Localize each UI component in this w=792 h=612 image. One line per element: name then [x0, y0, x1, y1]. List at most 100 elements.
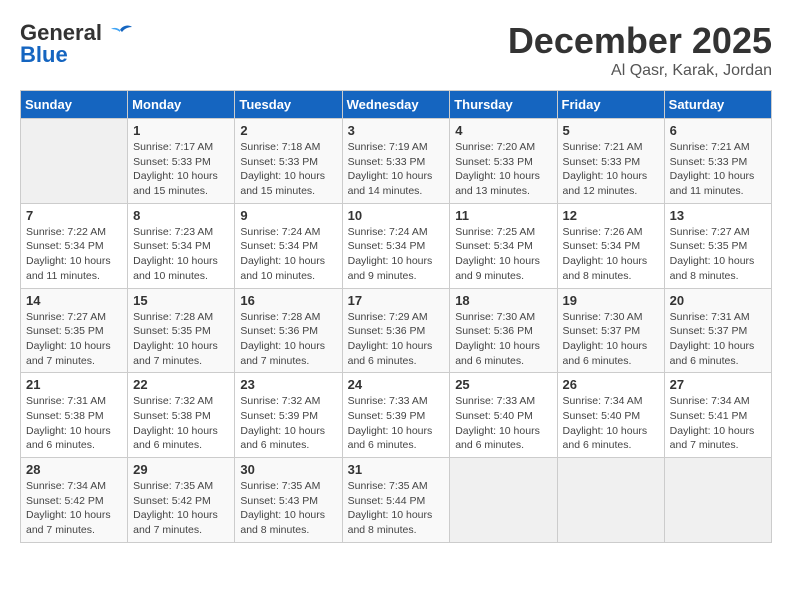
day-info: Sunrise: 7:32 AM Sunset: 5:39 PM Dayligh…: [240, 394, 336, 453]
calendar-cell: 11 Sunrise: 7:25 AM Sunset: 5:34 PM Dayli…: [450, 203, 557, 288]
day-number: 11: [455, 208, 551, 223]
calendar-cell: 16 Sunrise: 7:28 AM Sunset: 5:36 PM Dayli…: [235, 288, 342, 373]
day-info: Sunrise: 7:20 AM Sunset: 5:33 PM Dayligh…: [455, 140, 551, 199]
day-info: Sunrise: 7:31 AM Sunset: 5:38 PM Dayligh…: [26, 394, 122, 453]
calendar-cell: [557, 458, 664, 543]
day-info: Sunrise: 7:24 AM Sunset: 5:34 PM Dayligh…: [348, 225, 445, 284]
day-number: 7: [26, 208, 122, 223]
day-info: Sunrise: 7:21 AM Sunset: 5:33 PM Dayligh…: [670, 140, 766, 199]
day-number: 25: [455, 377, 551, 392]
calendar-cell: 23Sunrise: 7:32 AM Sunset: 5:39 PM Dayli…: [235, 373, 342, 458]
day-number: 24: [348, 377, 445, 392]
day-number: 1: [133, 123, 229, 138]
calendar-cell: 21Sunrise: 7:31 AM Sunset: 5:38 PM Dayli…: [21, 373, 128, 458]
day-info: Sunrise: 7:30 AM Sunset: 5:36 PM Dayligh…: [455, 310, 551, 369]
day-number: 22: [133, 377, 229, 392]
day-info: Sunrise: 7:34 AM Sunset: 5:42 PM Dayligh…: [26, 479, 122, 538]
day-number: 8: [133, 208, 229, 223]
day-info: Sunrise: 7:33 AM Sunset: 5:40 PM Dayligh…: [455, 394, 551, 453]
calendar-cell: [21, 119, 128, 204]
day-number: 9: [240, 208, 336, 223]
day-number: 18: [455, 293, 551, 308]
day-number: 29: [133, 462, 229, 477]
day-number: 30: [240, 462, 336, 477]
day-info: Sunrise: 7:34 AM Sunset: 5:41 PM Dayligh…: [670, 394, 766, 453]
calendar-cell: 8 Sunrise: 7:23 AM Sunset: 5:34 PM Daylig…: [128, 203, 235, 288]
title-section: December 2025 Al Qasr, Karak, Jordan: [508, 20, 772, 80]
calendar-cell: 27Sunrise: 7:34 AM Sunset: 5:41 PM Dayli…: [664, 373, 771, 458]
day-info: Sunrise: 7:21 AM Sunset: 5:33 PM Dayligh…: [563, 140, 659, 199]
day-number: 31: [348, 462, 445, 477]
weekday-header-monday: Monday: [128, 91, 235, 119]
day-info: Sunrise: 7:24 AM Sunset: 5:34 PM Dayligh…: [240, 225, 336, 284]
weekday-header-sunday: Sunday: [21, 91, 128, 119]
day-number: 3: [348, 123, 445, 138]
day-info: Sunrise: 7:27 AM Sunset: 5:35 PM Dayligh…: [26, 310, 122, 369]
day-info: Sunrise: 7:29 AM Sunset: 5:36 PM Dayligh…: [348, 310, 445, 369]
day-number: 26: [563, 377, 659, 392]
calendar-cell: 4 Sunrise: 7:20 AM Sunset: 5:33 PM Daylig…: [450, 119, 557, 204]
calendar-cell: 24 Sunrise: 7:33 AM Sunset: 5:39 PM Dayli…: [342, 373, 450, 458]
calendar-cell: 30 Sunrise: 7:35 AM Sunset: 5:43 PM Dayli…: [235, 458, 342, 543]
day-info: Sunrise: 7:22 AM Sunset: 5:34 PM Dayligh…: [26, 225, 122, 284]
calendar-cell: 7 Sunrise: 7:22 AM Sunset: 5:34 PM Daylig…: [21, 203, 128, 288]
day-info: Sunrise: 7:27 AM Sunset: 5:35 PM Dayligh…: [670, 225, 766, 284]
calendar-cell: 29 Sunrise: 7:35 AM Sunset: 5:42 PM Dayli…: [128, 458, 235, 543]
calendar-cell: 31 Sunrise: 7:35 AM Sunset: 5:44 PM Dayli…: [342, 458, 450, 543]
day-number: 19: [563, 293, 659, 308]
calendar-cell: 25 Sunrise: 7:33 AM Sunset: 5:40 PM Dayli…: [450, 373, 557, 458]
weekday-header-wednesday: Wednesday: [342, 91, 450, 119]
weekday-header-tuesday: Tuesday: [235, 91, 342, 119]
weekday-header-saturday: Saturday: [664, 91, 771, 119]
day-number: 4: [455, 123, 551, 138]
calendar-cell: 18 Sunrise: 7:30 AM Sunset: 5:36 PM Dayli…: [450, 288, 557, 373]
calendar-cell: 22 Sunrise: 7:32 AM Sunset: 5:38 PM Dayli…: [128, 373, 235, 458]
calendar-cell: [450, 458, 557, 543]
calendar-table: SundayMondayTuesdayWednesdayThursdayFrid…: [20, 90, 772, 543]
calendar-cell: 9 Sunrise: 7:24 AM Sunset: 5:34 PM Daylig…: [235, 203, 342, 288]
day-number: 14: [26, 293, 122, 308]
day-info: Sunrise: 7:26 AM Sunset: 5:34 PM Dayligh…: [563, 225, 659, 284]
calendar-cell: 15 Sunrise: 7:28 AM Sunset: 5:35 PM Dayli…: [128, 288, 235, 373]
day-info: Sunrise: 7:28 AM Sunset: 5:35 PM Dayligh…: [133, 310, 229, 369]
day-info: Sunrise: 7:25 AM Sunset: 5:34 PM Dayligh…: [455, 225, 551, 284]
day-info: Sunrise: 7:23 AM Sunset: 5:34 PM Dayligh…: [133, 225, 229, 284]
day-number: 16: [240, 293, 336, 308]
day-number: 17: [348, 293, 445, 308]
calendar-cell: 3 Sunrise: 7:19 AM Sunset: 5:33 PM Daylig…: [342, 119, 450, 204]
day-number: 2: [240, 123, 336, 138]
location: Al Qasr, Karak, Jordan: [508, 62, 772, 80]
calendar-cell: [664, 458, 771, 543]
calendar-cell: 20 Sunrise: 7:31 AM Sunset: 5:37 PM Dayli…: [664, 288, 771, 373]
day-number: 28: [26, 462, 122, 477]
day-info: Sunrise: 7:33 AM Sunset: 5:39 PM Dayligh…: [348, 394, 445, 453]
day-info: Sunrise: 7:28 AM Sunset: 5:36 PM Dayligh…: [240, 310, 336, 369]
calendar-cell: 1Sunrise: 7:17 AM Sunset: 5:33 PM Daylig…: [128, 119, 235, 204]
day-info: Sunrise: 7:35 AM Sunset: 5:43 PM Dayligh…: [240, 479, 336, 538]
day-number: 13: [670, 208, 766, 223]
day-info: Sunrise: 7:30 AM Sunset: 5:37 PM Dayligh…: [563, 310, 659, 369]
calendar-cell: 17 Sunrise: 7:29 AM Sunset: 5:36 PM Dayli…: [342, 288, 450, 373]
page-header: General Blue December 2025 Al Qasr, Kara…: [20, 20, 772, 80]
calendar-cell: 13 Sunrise: 7:27 AM Sunset: 5:35 PM Dayli…: [664, 203, 771, 288]
day-info: Sunrise: 7:19 AM Sunset: 5:33 PM Dayligh…: [348, 140, 445, 199]
day-number: 15: [133, 293, 229, 308]
day-number: 20: [670, 293, 766, 308]
calendar-cell: 2Sunrise: 7:18 AM Sunset: 5:33 PM Daylig…: [235, 119, 342, 204]
month-title: December 2025: [508, 20, 772, 62]
day-number: 10: [348, 208, 445, 223]
calendar-cell: 5 Sunrise: 7:21 AM Sunset: 5:33 PM Daylig…: [557, 119, 664, 204]
calendar-cell: 10 Sunrise: 7:24 AM Sunset: 5:34 PM Dayli…: [342, 203, 450, 288]
day-info: Sunrise: 7:32 AM Sunset: 5:38 PM Dayligh…: [133, 394, 229, 453]
day-info: Sunrise: 7:31 AM Sunset: 5:37 PM Dayligh…: [670, 310, 766, 369]
calendar-cell: 12 Sunrise: 7:26 AM Sunset: 5:34 PM Dayli…: [557, 203, 664, 288]
day-info: Sunrise: 7:34 AM Sunset: 5:40 PM Dayligh…: [563, 394, 659, 453]
day-info: Sunrise: 7:35 AM Sunset: 5:42 PM Dayligh…: [133, 479, 229, 538]
calendar-cell: 26 Sunrise: 7:34 AM Sunset: 5:40 PM Dayli…: [557, 373, 664, 458]
day-info: Sunrise: 7:35 AM Sunset: 5:44 PM Dayligh…: [348, 479, 445, 538]
day-number: 12: [563, 208, 659, 223]
logo-blue: Blue: [20, 42, 68, 68]
day-number: 5: [563, 123, 659, 138]
day-number: 6: [670, 123, 766, 138]
weekday-header-thursday: Thursday: [450, 91, 557, 119]
